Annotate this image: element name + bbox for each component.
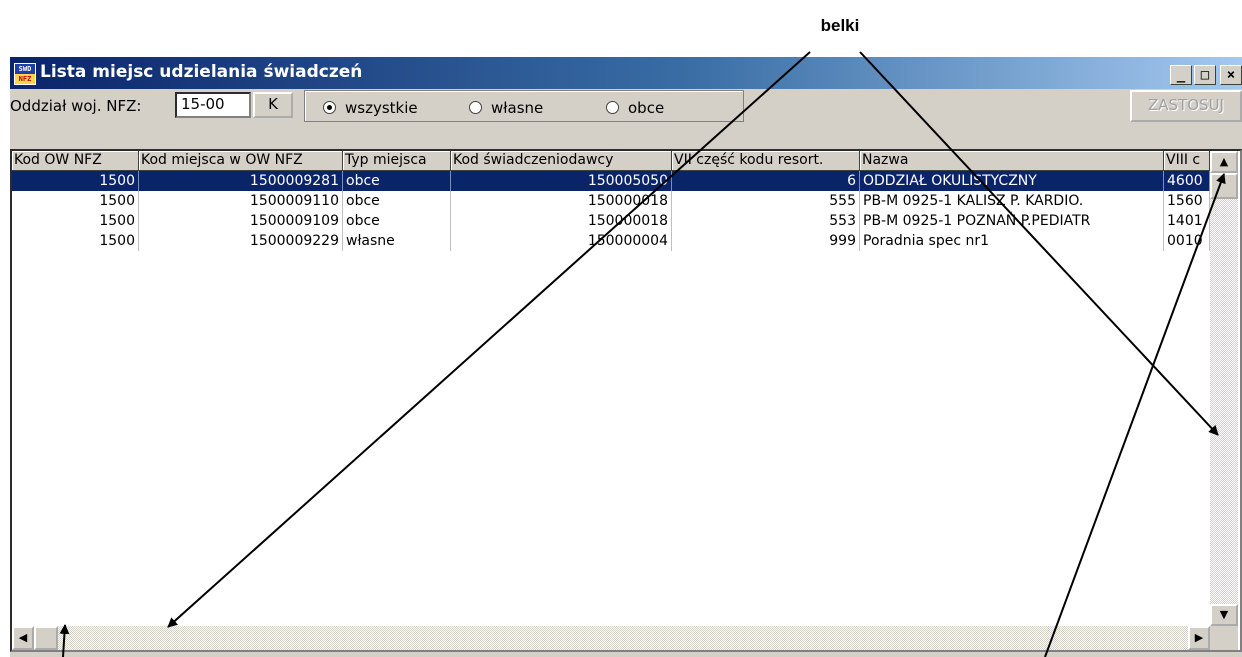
cell-nazwa: Poradnia spec nr1 [860, 231, 1164, 251]
cell-kod-swiadczeniodawcy: 150005050 [451, 171, 672, 191]
minimize-button[interactable]: _ [1170, 65, 1192, 85]
radio-label: wszystkie [345, 99, 418, 117]
cell-vii-czesc: 999 [672, 231, 860, 251]
cell-vii-czesc: 6 [672, 171, 860, 191]
column-header[interactable]: Kod OW NFZ [12, 151, 139, 171]
radio-label: obce [628, 99, 665, 117]
filter-radio-group: wszystkie własne obce [304, 90, 744, 122]
cell-kod-miejsca: 1500009229 [139, 231, 343, 251]
radio-checked-icon [323, 101, 336, 114]
cell-viii: 1401 [1164, 211, 1210, 231]
radio-wlasne[interactable]: własne [469, 99, 543, 117]
cell-viii: 1560 [1164, 191, 1210, 211]
column-header[interactable]: VII część kodu resort. [672, 151, 860, 171]
cell-nazwa: PB-M 0925-1 KALISZ P. KARDIO. [860, 191, 1164, 211]
window-title: Lista miejsc udzielania świadczeń [40, 62, 363, 82]
cell-kod-swiadczeniodawcy: 150000018 [451, 211, 672, 231]
cell-typ: obce [343, 171, 451, 191]
data-grid: Kod OW NFZ Kod miejsca w OW NFZ Typ miej… [10, 149, 1242, 652]
radio-wszystkie[interactable]: wszystkie [323, 99, 418, 117]
app-logo-icon: SWD NFZ [14, 63, 36, 85]
k-button[interactable]: K [253, 92, 293, 118]
column-header[interactable]: Kod miejsca w OW NFZ [139, 151, 343, 171]
vertical-scrollbar[interactable]: ▲ ▼ [1210, 151, 1238, 626]
scrollbar-corner [1210, 626, 1238, 650]
annotation-label: belki [820, 16, 860, 35]
scroll-left-button[interactable]: ◀ [12, 626, 34, 650]
app-window: SWD NFZ Lista miejsc udzielania świadcze… [10, 57, 1242, 657]
cell-kod-ow: 1500 [12, 211, 139, 231]
oddzial-input[interactable]: 15-00 [175, 92, 251, 118]
column-header[interactable]: Nazwa [860, 151, 1164, 171]
oddzial-label: Oddział woj. NFZ: [10, 97, 142, 115]
cell-kod-miejsca: 1500009281 [139, 171, 343, 191]
cell-kod-swiadczeniodawcy: 150000004 [451, 231, 672, 251]
title-bar[interactable]: SWD NFZ Lista miejsc udzielania świadcze… [10, 57, 1242, 89]
apply-button[interactable]: ZASTOSUJ [1130, 90, 1242, 122]
maximize-button[interactable]: □ [1194, 65, 1216, 85]
scroll-right-button[interactable]: ▶ [1188, 626, 1210, 650]
horizontal-scrollbar[interactable]: ◀ ▶ [12, 626, 1210, 650]
cell-typ: obce [343, 191, 451, 211]
app-logo-bottom-text: NFZ [15, 74, 35, 84]
cell-kod-ow: 1500 [12, 171, 139, 191]
radio-unchecked-icon [606, 101, 619, 114]
cell-kod-ow: 1500 [12, 191, 139, 211]
scroll-up-button[interactable]: ▲ [1210, 151, 1238, 173]
cell-viii: 4600 [1164, 171, 1210, 191]
cell-viii: 0010 [1164, 231, 1210, 251]
cell-kod-swiadczeniodawcy: 150000018 [451, 191, 672, 211]
scroll-down-button[interactable]: ▼ [1210, 604, 1238, 626]
column-header[interactable]: VIII c [1164, 151, 1210, 171]
column-header[interactable]: Typ miejsca [343, 151, 451, 171]
cell-kod-ow: 1500 [12, 231, 139, 251]
cell-kod-miejsca: 1500009110 [139, 191, 343, 211]
vertical-scroll-thumb[interactable] [1210, 173, 1238, 199]
cell-nazwa: PB-M 0925-1 POZNAŃ P.PEDIATR [860, 211, 1164, 231]
radio-label: własne [491, 99, 544, 117]
close-button[interactable]: × [1220, 65, 1242, 85]
cell-nazwa: ODDZIAŁ OKULISTYCZNY [860, 171, 1164, 191]
radio-unchecked-icon [469, 101, 482, 114]
cell-vii-czesc: 553 [672, 211, 860, 231]
column-header[interactable]: Kod świadczeniodawcy [451, 151, 672, 171]
cell-vii-czesc: 555 [672, 191, 860, 211]
cell-kod-miejsca: 1500009109 [139, 211, 343, 231]
horizontal-scroll-thumb[interactable] [34, 626, 58, 650]
app-logo-top-text: SWD [15, 64, 35, 74]
cell-typ: obce [343, 211, 451, 231]
cell-typ: własne [343, 231, 451, 251]
radio-obce[interactable]: obce [606, 99, 664, 117]
